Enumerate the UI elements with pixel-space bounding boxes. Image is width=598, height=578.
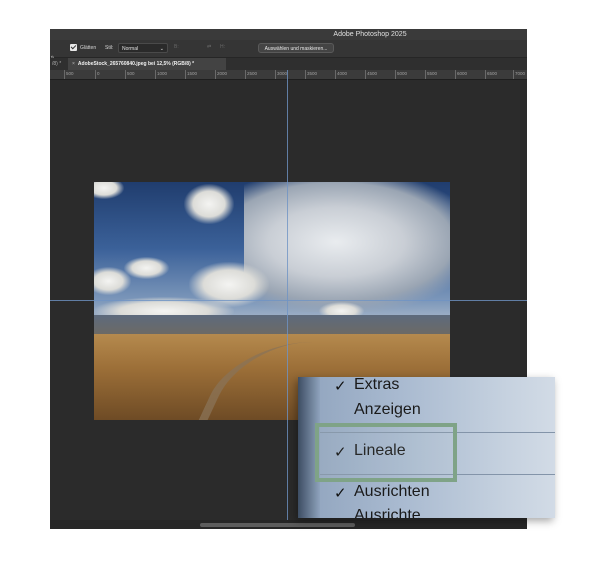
- photo-cloud: [94, 182, 124, 199]
- ruler-tick: 6000: [455, 70, 467, 79]
- close-icon[interactable]: ×: [72, 61, 75, 67]
- vertical-guide[interactable]: [287, 70, 288, 520]
- menu-item-extras[interactable]: Extras: [354, 377, 399, 394]
- ruler-tick: 5000: [395, 70, 407, 79]
- swap-icon[interactable]: ⇄: [207, 44, 211, 50]
- ruler-tick: 4500: [365, 70, 377, 79]
- ruler-tick: 500: [64, 70, 74, 79]
- photo-cloud: [184, 184, 234, 224]
- smooth-label: Glätten: [80, 45, 97, 51]
- height-label: H:: [220, 44, 225, 50]
- ruler-tick: 1000: [155, 70, 167, 79]
- ruler-tick: 500: [125, 70, 135, 79]
- tab-active-document[interactable]: × AdobeStock_265760840.jpeg bei 12,5% (RG…: [68, 58, 226, 70]
- horizontal-scrollbar[interactable]: [50, 520, 527, 529]
- select-and-mask-button[interactable]: Auswählen und maskieren...: [258, 43, 334, 53]
- ruler-tick: 1500: [185, 70, 197, 79]
- checkmark-icon: ✓: [334, 378, 347, 395]
- ruler-tick: 3500: [305, 70, 317, 79]
- tab-previous-document[interactable]: /8) *: [50, 58, 68, 70]
- lineale-highlight-frame: [315, 423, 457, 482]
- ruler-tick: 2000: [215, 70, 227, 79]
- horizontal-guide[interactable]: [50, 300, 527, 301]
- photo-cloud: [94, 267, 131, 295]
- ruler-tick: 4000: [335, 70, 347, 79]
- scrollbar-thumb[interactable]: [200, 523, 355, 527]
- chevron-down-icon: ⌄: [159, 46, 164, 52]
- style-select-value: Normal: [122, 46, 139, 52]
- title-bar: Adobe Photoshop 2025: [50, 29, 527, 40]
- checkmark-icon: ✓: [334, 485, 347, 502]
- photo-storm-cloud: [244, 182, 450, 312]
- ruler-tick: 2500: [245, 70, 257, 79]
- style-select[interactable]: Normal ⌄: [118, 43, 168, 53]
- ruler-tick: 6500: [485, 70, 497, 79]
- options-bar: ↰ Glätten Stil: Normal ⌄ B: ⇄ H: Auswähl…: [50, 40, 527, 62]
- horizontal-ruler[interactable]: 500 0 500 1000 1500 2000 2500 3000 3500 …: [50, 70, 527, 80]
- width-label: B:: [174, 44, 179, 50]
- style-label: Stil:: [105, 45, 114, 51]
- menu-item-ausrichten-an[interactable]: Ausrichte: [354, 507, 421, 518]
- ruler-tick: 3000: [275, 70, 287, 79]
- tab-active-label: AdobeStock_265760840.jpeg bei 12,5% (RGB…: [77, 61, 195, 67]
- smooth-checkbox[interactable]: [70, 44, 77, 51]
- menu-item-anzeigen[interactable]: Anzeigen: [354, 401, 421, 419]
- ruler-tick: 0: [95, 70, 100, 79]
- menu-item-ausrichten[interactable]: Ausrichten: [354, 483, 430, 501]
- window-title: Adobe Photoshop 2025: [333, 31, 407, 38]
- ruler-tick: 5500: [425, 70, 437, 79]
- ruler-tick: 7000: [513, 70, 525, 79]
